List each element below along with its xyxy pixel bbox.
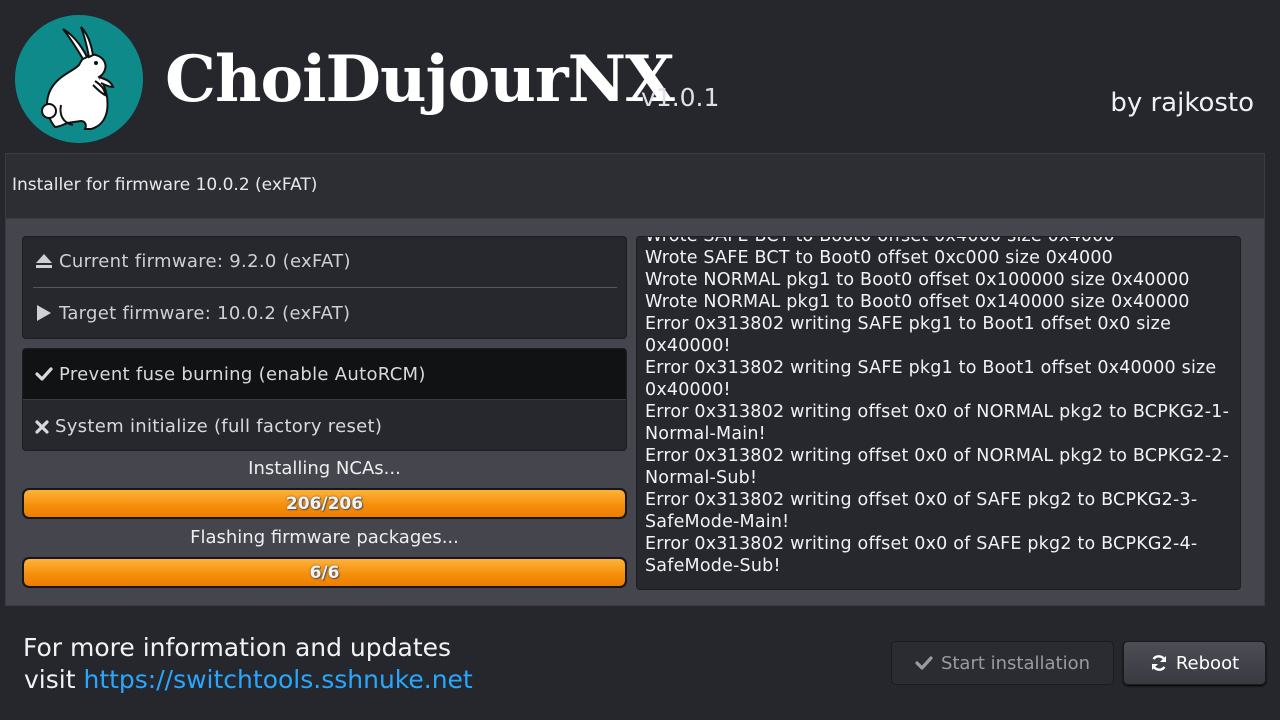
app-version: v1.0.1 bbox=[641, 83, 720, 112]
progress-text: 206/206 bbox=[285, 493, 364, 514]
log-lines: Wrote SAFE BCT to Boot0 offset 0x4000 si… bbox=[645, 236, 1235, 577]
log-line: Wrote SAFE BCT to Boot0 offset 0x4000 si… bbox=[645, 236, 1115, 246]
installer-panel: Installer for firmware 10.0.2 (exFAT) Cu… bbox=[5, 153, 1265, 606]
option-label: System initialize (full factory reset) bbox=[55, 416, 383, 437]
play-icon bbox=[33, 304, 55, 322]
progress-text: 6/6 bbox=[309, 562, 340, 583]
info-visit-line: visit https://switchtools.sshnuke.net bbox=[24, 664, 473, 696]
reboot-button[interactable]: Reboot bbox=[1123, 641, 1266, 685]
log-line: Error 0x313802 writing SAFE pkg1 to Boot… bbox=[645, 358, 1217, 400]
app-title: ChoiDujourNX bbox=[165, 42, 675, 117]
flash-progress-label: Flashing firmware packages... bbox=[190, 527, 459, 548]
refresh-icon bbox=[1150, 654, 1168, 672]
option-prevent-fuse-burning[interactable]: Prevent fuse burning (enable AutoRCM) bbox=[23, 349, 626, 400]
installer-title: Installer for firmware 10.0.2 (exFAT) bbox=[12, 175, 318, 195]
target-firmware-row: Target firmware: 10.0.2 (exFAT) bbox=[33, 293, 350, 333]
info-link[interactable]: https://switchtools.sshnuke.net bbox=[83, 665, 472, 694]
info-visit-prefix: visit bbox=[24, 665, 76, 694]
firmware-info-box: Current firmware: 9.2.0 (exFAT) Target f… bbox=[22, 236, 627, 339]
target-firmware-label: Target firmware: 10.0.2 (exFAT) bbox=[59, 302, 351, 324]
log-line: Error 0x313802 writing offset 0x0 of SAF… bbox=[645, 534, 1198, 576]
cross-icon bbox=[33, 419, 51, 434]
option-system-initialize[interactable]: System initialize (full factory reset) bbox=[23, 401, 626, 450]
log-line: Error 0x313802 writing offset 0x0 of NOR… bbox=[645, 446, 1230, 488]
option-label: Prevent fuse burning (enable AutoRCM) bbox=[59, 363, 426, 385]
divider bbox=[33, 287, 617, 288]
rabbit-logo-icon bbox=[15, 15, 143, 143]
log-line: Error 0x313802 writing SAFE pkg1 to Boot… bbox=[645, 314, 1172, 356]
nca-progress-label: Installing NCAs... bbox=[248, 458, 401, 479]
flash-progress-bar: 6/6 bbox=[22, 557, 627, 588]
author-credit: by rajkosto bbox=[1110, 88, 1254, 118]
current-firmware-row: Current firmware: 9.2.0 (exFAT) bbox=[33, 241, 351, 281]
log-line: Error 0x313802 writing offset 0x0 of NOR… bbox=[645, 402, 1230, 444]
start-installation-label: Start installation bbox=[940, 652, 1091, 674]
nca-progress-bar: 206/206 bbox=[22, 488, 627, 519]
log-output[interactable]: Wrote SAFE BCT to Boot0 offset 0x4000 si… bbox=[636, 236, 1241, 590]
current-firmware-label: Current firmware: 9.2.0 (exFAT) bbox=[59, 250, 351, 272]
start-installation-button[interactable]: Start installation bbox=[891, 641, 1114, 685]
panel-header: Installer for firmware 10.0.2 (exFAT) bbox=[6, 154, 1264, 219]
eject-icon bbox=[33, 253, 55, 269]
log-line: Wrote SAFE BCT to Boot0 offset 0xc000 si… bbox=[645, 248, 1114, 268]
check-icon bbox=[915, 655, 933, 671]
log-line: Wrote NORMAL pkg1 to Boot0 offset 0x1000… bbox=[645, 270, 1190, 290]
info-text: For more information and updates bbox=[23, 633, 452, 662]
log-line: Error 0x313802 writing offset 0x0 of SAF… bbox=[645, 490, 1198, 532]
log-line: Wrote NORMAL pkg1 to Boot0 offset 0x1400… bbox=[645, 292, 1190, 312]
options-box: Prevent fuse burning (enable AutoRCM) Sy… bbox=[22, 348, 627, 451]
check-icon bbox=[33, 366, 55, 382]
reboot-label: Reboot bbox=[1175, 652, 1240, 674]
